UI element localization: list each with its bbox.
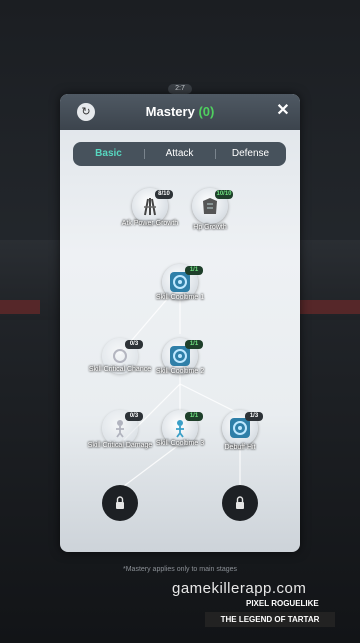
background-decoration <box>0 300 40 314</box>
game-title-line1: PIXEL ROGUELIKE <box>246 599 319 608</box>
skill-level-badge: 0/3 <box>125 340 143 349</box>
locked-skill-slot[interactable] <box>102 485 138 521</box>
mastery-footnote: *Mastery applies only to main stages <box>123 566 237 573</box>
skill-label: Debuff Hit <box>224 444 256 451</box>
skill-level-badge: 8/10 <box>155 190 173 199</box>
stage-timer: 2:7 <box>168 84 192 94</box>
watermark: gamekillerapp.com <box>172 580 307 597</box>
skill-level-badge: 1/1 <box>185 412 203 421</box>
lock-icon <box>116 496 124 509</box>
skill-tree-connectors <box>119 283 241 490</box>
skill-level-badge: 1/3 <box>245 412 263 421</box>
skill-level-badge: 10/10 <box>215 190 233 199</box>
background-decoration <box>300 300 360 314</box>
skill-level-badge: 1/1 <box>185 266 203 275</box>
lock-icon <box>236 496 244 509</box>
skill-level-badge: 0/3 <box>125 412 143 421</box>
locked-skill-slot[interactable] <box>222 485 258 521</box>
mastery-panel: ↻ Mastery (0) ✕ Basic Attack Defense 8/1… <box>60 94 300 552</box>
skill-label: Hp Growth <box>193 224 227 231</box>
skill-label: Skill Cooltime 2 <box>155 368 205 375</box>
skill-level-badge: 1/1 <box>185 340 203 349</box>
game-title-line2: THE LEGEND OF TARTAR <box>205 612 335 627</box>
skill-label: Skill Cooltime 1 <box>155 294 205 301</box>
